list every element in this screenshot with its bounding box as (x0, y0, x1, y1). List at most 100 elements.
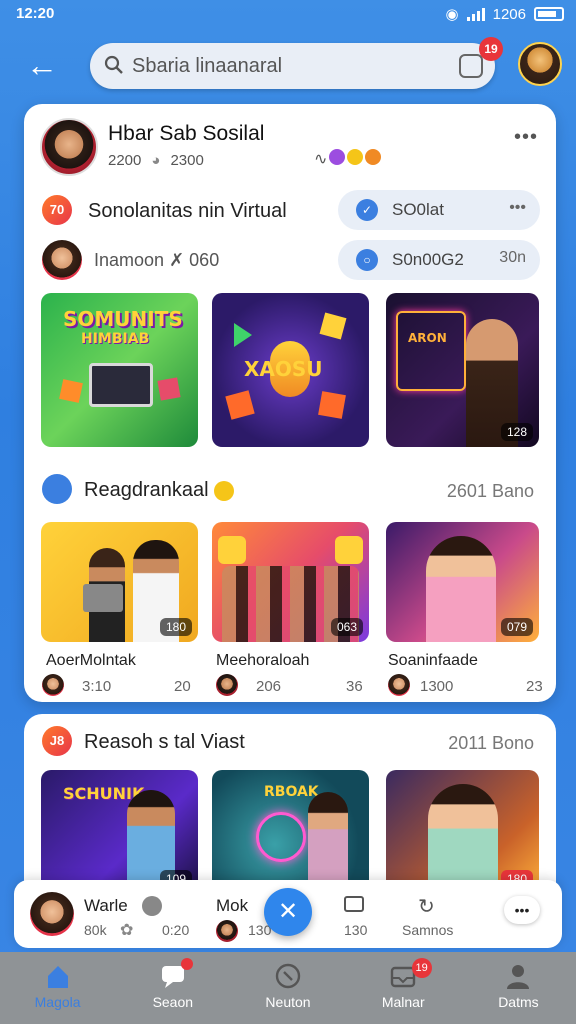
section1-sub-left-3: 1300 (420, 678, 454, 695)
section2-badge: J8 (42, 726, 72, 756)
play-shape-icon (234, 323, 252, 347)
battery-icon (534, 7, 564, 21)
section1-sub-right-1: 20 (174, 678, 191, 695)
game-piece-1 (59, 379, 83, 403)
nav-label-search: Seaon (152, 994, 194, 1010)
section1-caption-1[interactable]: AoerMolntak (46, 652, 136, 670)
section1-caption-3[interactable]: Soaninfaade (388, 652, 478, 670)
nav-item-malnar[interactable]: 19 Malnar (346, 952, 461, 1024)
nav-item-neuton[interactable]: Neuton (230, 952, 345, 1024)
signal-icon (466, 7, 485, 21)
search-bar[interactable]: Sbaria linaanaral 19 (90, 37, 503, 89)
section1-tile-1[interactable]: 180 (41, 522, 198, 642)
person-icon (504, 962, 532, 990)
post-more-icon[interactable]: ••• (514, 126, 538, 149)
post-author-avatar[interactable] (40, 118, 98, 176)
glowing-orb (256, 812, 306, 862)
reaction-icon-purple (329, 149, 346, 165)
block-yellow-2 (335, 536, 363, 564)
row2-pill-more[interactable]: 30n (499, 249, 526, 267)
section1-tile1-count: 180 (159, 618, 192, 636)
strip-name-2[interactable]: Mok (216, 896, 248, 916)
block-yellow-1 (218, 536, 246, 564)
section1-caption-2[interactable]: Meehoraloah (216, 652, 309, 670)
nav-item-search[interactable]: Seaon (115, 952, 230, 1024)
section2-tile-3[interactable]: 180 (386, 770, 539, 894)
nav-badge-search (181, 958, 194, 970)
section2-title[interactable]: Reasoh s tal Viast (84, 731, 245, 754)
section2-right[interactable]: 2011 Bono (448, 733, 534, 754)
center-action-button[interactable]: ✕ (264, 888, 312, 936)
section1-sub-left-2: 206 (256, 678, 282, 695)
strip-avatar-1[interactable] (30, 892, 74, 936)
scissors-icon: ✕ (277, 898, 299, 925)
row1-label[interactable]: Sonolanitas nin Virtual (88, 200, 287, 223)
cube-3 (318, 391, 346, 419)
row2-name[interactable]: Inamoon (94, 250, 164, 270)
section1-title[interactable]: Reagdrankaal (84, 479, 235, 502)
profile-avatar[interactable] (518, 42, 562, 86)
neon-frame (396, 311, 466, 391)
share-icon[interactable]: ↻ (418, 894, 435, 919)
row1-pill-more[interactable]: ••• (509, 199, 526, 217)
section1-tile2-count: 063 (330, 618, 363, 636)
reaction-icon-yellow (347, 149, 364, 165)
check-icon: ✓ (356, 199, 378, 221)
strip-name-1[interactable]: Warle (84, 896, 128, 916)
section1-tile-3[interactable]: 079 (386, 522, 539, 642)
section1-sub-right-3: 23 (526, 678, 543, 695)
strip-check-icon (142, 896, 162, 916)
strip-mini-avatar[interactable] (216, 920, 238, 942)
nav-label-malnar: Malnar (381, 994, 425, 1010)
status-right-text: 1206 (492, 5, 526, 23)
post-title[interactable]: Hbar Sab Sosilal (108, 122, 264, 146)
circle-icon: ○ (356, 249, 378, 271)
strip-share-label[interactable]: Samnos (402, 922, 453, 938)
row1-pill[interactable]: ✓ SO0lat ••• (338, 190, 540, 230)
row1-badge: 70 (42, 195, 72, 225)
section1-mini-avatar-2[interactable] (216, 674, 238, 696)
tile3-title: ARON (408, 331, 447, 345)
wifi-icon: ◉ (445, 6, 459, 23)
save-icon[interactable] (344, 896, 364, 912)
status-icons: ◉ 1206 (446, 5, 564, 23)
tilde-icon: ∿ (314, 151, 328, 168)
strip-sub1-left: 80k (84, 922, 107, 938)
nav-item-home[interactable]: Magola (0, 952, 115, 1024)
section2-tile-1[interactable]: SCHUNIK 109 (41, 770, 198, 894)
section1-mini-avatar-1[interactable] (42, 674, 64, 696)
nav-item-profile[interactable]: Datms (461, 952, 576, 1024)
row2-pill[interactable]: ○ S0n00G2 30n (338, 240, 540, 280)
post-meta-left: 2200 (108, 152, 142, 169)
status-bar: 12:20 ◉ 1206 (0, 0, 576, 30)
section1-right[interactable]: 2601 Bano (447, 481, 534, 502)
bottom-nav: Magola Seaon Neuton 19 Malnar Datms (0, 952, 576, 1024)
feed-card-2: J8 Reasoh s tal Viast 2011 Bono SCHUNIK … (24, 714, 556, 894)
camera-icon[interactable] (459, 54, 483, 78)
laptop-graphic (89, 363, 153, 407)
section2-tile-2[interactable]: RBOAK (212, 770, 369, 894)
notification-badge: 19 (479, 37, 503, 61)
row2-value: 060 (189, 250, 220, 270)
nav-label-neuton: Neuton (265, 994, 311, 1010)
post-meta-right: 2300 (170, 152, 204, 169)
reaction-icon-orange (365, 149, 382, 165)
woman-figure (308, 792, 348, 894)
game-piece-2 (157, 377, 181, 401)
smiling-woman-figure (428, 784, 498, 894)
media-tile-2[interactable]: XAOSU (212, 293, 369, 447)
nav-badge-malnar: 19 (411, 958, 432, 978)
media-tile-1[interactable]: SOMUNITS HIMBIAB (41, 293, 198, 447)
reaction-group[interactable]: ∿ (314, 149, 382, 168)
row2-avatar[interactable] (42, 240, 82, 280)
section2-tile2-title: RBOAK (264, 784, 319, 800)
section1-mini-avatar-3[interactable] (388, 674, 410, 696)
cube-1 (319, 312, 347, 340)
nav-label-profile: Datms (498, 994, 539, 1010)
back-arrow-icon[interactable]: ← (26, 49, 66, 84)
section1-tile-2[interactable]: 063 (212, 522, 369, 642)
media-tile-3[interactable]: ARON 128 (386, 293, 539, 447)
search-nav-icon (274, 962, 302, 990)
strip-more-button[interactable]: ••• (504, 896, 540, 924)
search-input[interactable]: Sbaria linaanaral (132, 55, 282, 78)
